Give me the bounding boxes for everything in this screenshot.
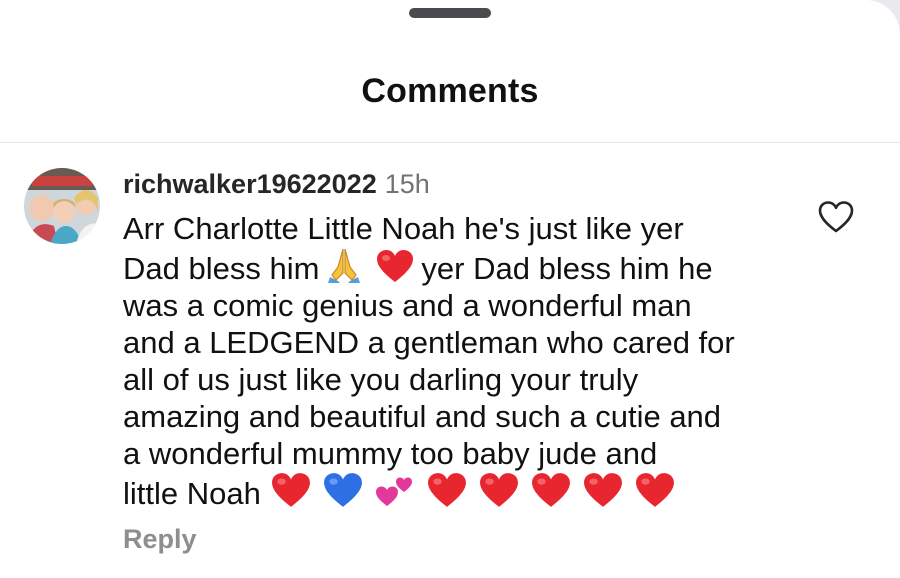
- red-heart-emoji-icon: [531, 472, 571, 508]
- folded-hands-emoji-icon: [326, 247, 362, 283]
- heart-outline-icon: [818, 201, 854, 238]
- comment-line-with-emoji: Dad bless him yer Dad bless him he: [123, 247, 803, 287]
- red-heart-emoji-icon: [271, 472, 311, 508]
- comment-text: Arr Charlotte Little Noah he's just like…: [123, 210, 803, 512]
- blue-heart-emoji-icon: [323, 472, 363, 508]
- two-hearts-emoji-icon: [375, 472, 415, 508]
- comment-line: Arr Charlotte Little Noah he's just like…: [123, 211, 684, 246]
- reply-button[interactable]: Reply: [123, 524, 197, 555]
- comment-username[interactable]: richwalker19622022: [123, 169, 377, 199]
- red-heart-emoji-icon: [635, 472, 675, 508]
- like-button[interactable]: [818, 200, 854, 236]
- sheet-drag-handle[interactable]: [409, 8, 491, 18]
- comment-timestamp: 15h: [384, 169, 430, 199]
- comments-sheet: Comments richwalker19622022 15h Arr Charl…: [0, 0, 900, 578]
- red-heart-emoji-icon: [427, 472, 467, 508]
- comment-line: a wonderful mummy too baby jude and: [123, 436, 658, 471]
- comment-line: and a LEDGEND a gentleman who cared for: [123, 325, 735, 360]
- page-title: Comments: [361, 72, 539, 110]
- header-divider: [0, 142, 900, 143]
- red-heart-emoji-icon: [479, 472, 519, 508]
- comment-line-segment: yer Dad bless him he: [421, 251, 713, 286]
- red-heart-emoji-icon: [376, 249, 414, 283]
- comment-line: amazing and beautiful and such a cutie a…: [123, 399, 722, 434]
- comment-line: all of us just like you darling your tru…: [123, 362, 639, 397]
- red-heart-emoji-icon: [583, 472, 623, 508]
- comment-line-segment: Dad bless him: [123, 251, 320, 286]
- comment-header: richwalker19622022 15h: [123, 168, 430, 200]
- avatar[interactable]: [24, 168, 100, 244]
- comment-line-segment: little Noah: [123, 476, 261, 511]
- comment-line: was a comic genius and a wonderful man: [123, 288, 692, 323]
- comment-line-with-emoji: little Noah: [123, 472, 803, 512]
